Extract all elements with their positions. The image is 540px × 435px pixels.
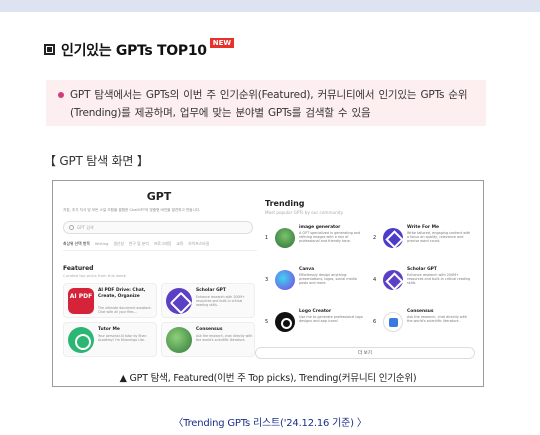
trending-item[interactable]: 3 Canva Effortlessly design anything: pr…	[265, 265, 365, 295]
trending-desc: Enhance research with 200M+ resources an…	[407, 273, 471, 286]
top-band	[0, 0, 540, 12]
search-icon	[69, 225, 74, 230]
featured-card-desc: Ask the research, chat directly with the…	[196, 334, 253, 343]
trending-name: Canva	[299, 267, 315, 272]
consensus-icon	[166, 327, 192, 353]
featured-card[interactable]: Scholar GPT Enhance research with 200M+ …	[161, 283, 255, 318]
tutor-me-icon	[68, 327, 94, 353]
callout-text: GPT 탐색에서는 GPTs의 이번 주 인기순위(Featured), 커뮤니…	[70, 89, 468, 119]
screenshot-figure: GPT 지침, 추가 지식 및 모든 스킬 조합을 결합한 ChatGPT의 맞…	[52, 180, 484, 387]
trending-item[interactable]: 5 Logo Creator Use me to generate profes…	[265, 307, 365, 337]
trending-item[interactable]: 6 Consensus Ask the research, chat direc…	[373, 307, 473, 337]
trending-subtitle: Most popular GPTs by our community	[265, 210, 344, 215]
trending-name: Consensus	[407, 309, 434, 314]
trending-desc: A GPT specialized in generating and refi…	[299, 231, 361, 244]
ai-pdf-icon: AI PDF	[68, 288, 94, 314]
gpt-search-input[interactable]: GPT 검색	[63, 221, 253, 234]
search-placeholder: GPT 검색	[77, 225, 94, 230]
tab-programming[interactable]: 프로그래밍	[154, 241, 171, 247]
new-badge: NEW	[209, 38, 235, 48]
featured-card[interactable]: AI PDF AI PDF Drive: Chat, Create, Organ…	[63, 283, 157, 318]
trending-name: image generator	[299, 225, 341, 230]
gpt-page-description: 지침, 추가 지식 및 모든 스킬 조합을 결합한 ChatGPT의 맞춤형 버…	[63, 208, 201, 212]
trending-rank: 3	[265, 277, 269, 283]
square-bullet-icon	[44, 44, 55, 55]
category-tabs: 최상위 선택 항목 Writing 생산성 연구 및 분석 프로그래밍 교육 라…	[63, 241, 257, 251]
featured-card-name: Consensus	[196, 327, 223, 332]
featured-card-name: AI PDF Drive: Chat, Create, Organize	[98, 288, 146, 299]
figure-label: 【 GPT 탐색 화면 】	[44, 154, 149, 168]
trending-desc: Ask the research, chat directly with the…	[407, 315, 468, 324]
scholar-gpt-icon	[383, 270, 403, 290]
gpt-explore-screenshot: GPT 지침, 추가 지식 및 모든 스킬 조합을 결합한 ChatGPT의 맞…	[59, 187, 477, 362]
trending-desc: Use me to generate professional logo des…	[299, 315, 363, 324]
trending-item[interactable]: 4 Scholar GPT Enhance research with 200M…	[373, 265, 473, 295]
featured-card[interactable]: Consensus Ask the research, chat directl…	[161, 322, 255, 357]
trending-rank: 2	[373, 235, 377, 241]
figure-caption: ▲ GPT 탐색, Featured(이번 주 Top picks), Tren…	[119, 373, 417, 384]
trending-title: Trending	[265, 199, 305, 208]
featured-card-desc: Your personal AI tutor by Khan Academy! …	[98, 334, 147, 343]
featured-card-name: Scholar GPT	[196, 288, 226, 293]
see-more-button[interactable]: 더 보기	[255, 347, 475, 359]
trending-rank: 6	[373, 319, 377, 325]
trending-rank: 4	[373, 277, 377, 283]
canva-icon	[275, 270, 295, 290]
featured-title: Featured	[63, 265, 94, 272]
image-generator-icon	[275, 228, 295, 248]
heading-text: 인기있는 GPTs TOP10	[61, 43, 207, 59]
logo-creator-icon	[275, 312, 295, 332]
featured-card-desc: Enhance research with 200M+ resources an…	[196, 295, 245, 308]
tab-writing[interactable]: Writing	[95, 241, 109, 247]
section-heading: 인기있는 GPTs TOP10 NEW	[44, 38, 235, 60]
gpt-page-title: GPT	[146, 190, 172, 203]
featured-card-name: Tutor Me	[98, 327, 120, 332]
trending-name: Logo Creator	[299, 309, 332, 314]
trending-rank: 1	[265, 235, 269, 241]
trending-desc: Write tailored, engaging content with a …	[407, 231, 471, 244]
trending-item[interactable]: 2 Write For Me Write tailored, engaging …	[373, 223, 473, 253]
trending-desc: Effortlessly design anything: presentati…	[299, 273, 357, 286]
trending-name: Write For Me	[407, 225, 439, 230]
featured-subtitle: Curated top picks from this week	[63, 273, 126, 278]
write-for-me-icon	[383, 228, 403, 248]
consensus-icon	[383, 312, 403, 332]
tab-lifestyle[interactable]: 라이프스타일	[188, 241, 209, 247]
trending-item[interactable]: 1 image generator A GPT specialized in g…	[265, 223, 365, 253]
featured-card-desc: The ultimate document assistant. Chat wi…	[98, 306, 152, 315]
trending-name: Scholar GPT	[407, 267, 437, 272]
dot-bullet-icon	[58, 92, 64, 98]
scholar-gpt-icon	[166, 288, 192, 314]
tab-top-picks[interactable]: 최상위 선택 항목	[63, 241, 90, 247]
tab-education[interactable]: 교육	[176, 241, 183, 247]
tab-research[interactable]: 연구 및 분석	[129, 241, 149, 247]
tab-productivity[interactable]: 생산성	[113, 241, 123, 247]
list-title: 〈Trending GPTs 리스트('24.12.16 기준) 〉	[173, 418, 367, 429]
trending-rank: 5	[265, 319, 269, 325]
featured-card[interactable]: Tutor Me Your personal AI tutor by Khan …	[63, 322, 157, 357]
summary-callout: GPT 탐색에서는 GPTs의 이번 주 인기순위(Featured), 커뮤니…	[46, 80, 486, 126]
